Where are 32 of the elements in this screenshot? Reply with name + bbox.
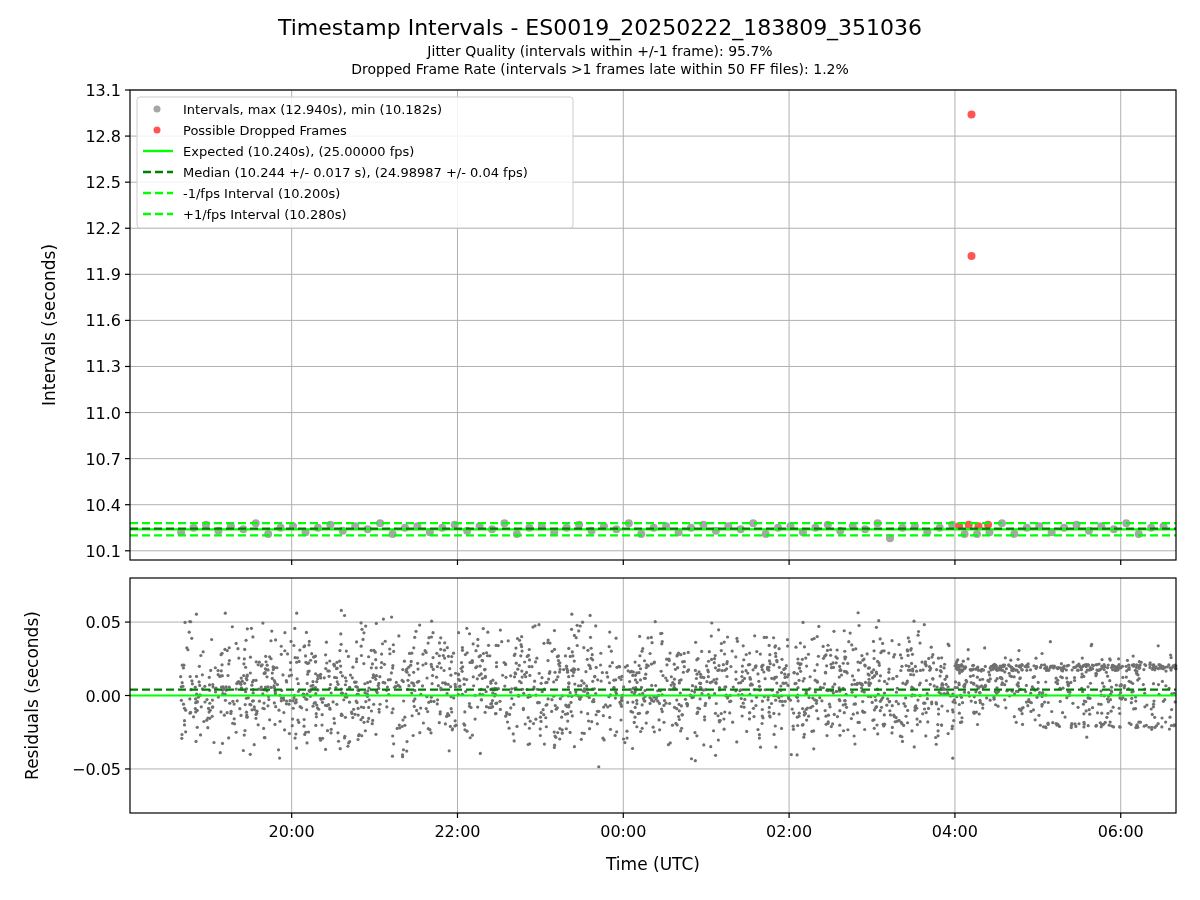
y-tick-label: 0.05 xyxy=(85,613,121,633)
legend-label: Expected (10.240s), (25.00000 fps) xyxy=(183,144,415,159)
legend-label: Intervals, max (12.940s), min (10.182s) xyxy=(183,102,442,117)
y-tick-label: 0.00 xyxy=(85,686,121,706)
y-tick-label: 11.9 xyxy=(85,265,121,285)
x-tick-label: 00:00 xyxy=(600,822,647,841)
legend-label: -1/fps Interval (10.200s) xyxy=(183,186,341,201)
y-tick-label: 13.1 xyxy=(85,81,121,100)
y-tick-label: 12.8 xyxy=(85,127,121,147)
y-tick-label: 11.6 xyxy=(85,311,121,331)
x-axis-label: Time (UTC) xyxy=(606,854,700,874)
y-axis-label: Intervals (seconds) xyxy=(39,243,59,407)
y-tick-label: 12.2 xyxy=(85,219,121,239)
figure-title: Timestamp Intervals - ES0019_20250222_183809_351036 xyxy=(277,14,923,42)
x-tick-label: 06:00 xyxy=(1097,822,1144,841)
x-tick-label: 20:00 xyxy=(268,822,315,841)
x-tick-label: 22:00 xyxy=(434,822,481,841)
legend-label: Median (10.244 +/- 0.017 s), (24.98987 +/- 0.04 fps) xyxy=(183,165,528,180)
x-tick-label: 02:00 xyxy=(766,822,813,841)
legend-label: Possible Dropped Frames xyxy=(183,123,347,138)
legend-label: +1/fps Interval (10.280s) xyxy=(183,207,347,222)
y-tick-label: 10.7 xyxy=(85,449,121,469)
y-tick-label: 11.3 xyxy=(85,357,121,377)
y-axis-label: Residuals (seconds) xyxy=(22,611,42,780)
y-tick-label: 12.5 xyxy=(85,173,121,193)
y-tick-label: 10.1 xyxy=(85,541,121,561)
x-tick-label: 04:00 xyxy=(931,822,978,841)
figure-subtitle: Jitter Quality (intervals within +/-1 frame): 95.7% xyxy=(427,42,773,60)
figure-subtitle: Dropped Frame Rate (intervals >1 frames late within 50 FF files): 1.2% xyxy=(351,60,849,78)
y-tick-label: 10.4 xyxy=(85,495,121,515)
y-tick-label: −0.05 xyxy=(71,759,121,779)
y-tick-label: 11.0 xyxy=(85,403,121,423)
